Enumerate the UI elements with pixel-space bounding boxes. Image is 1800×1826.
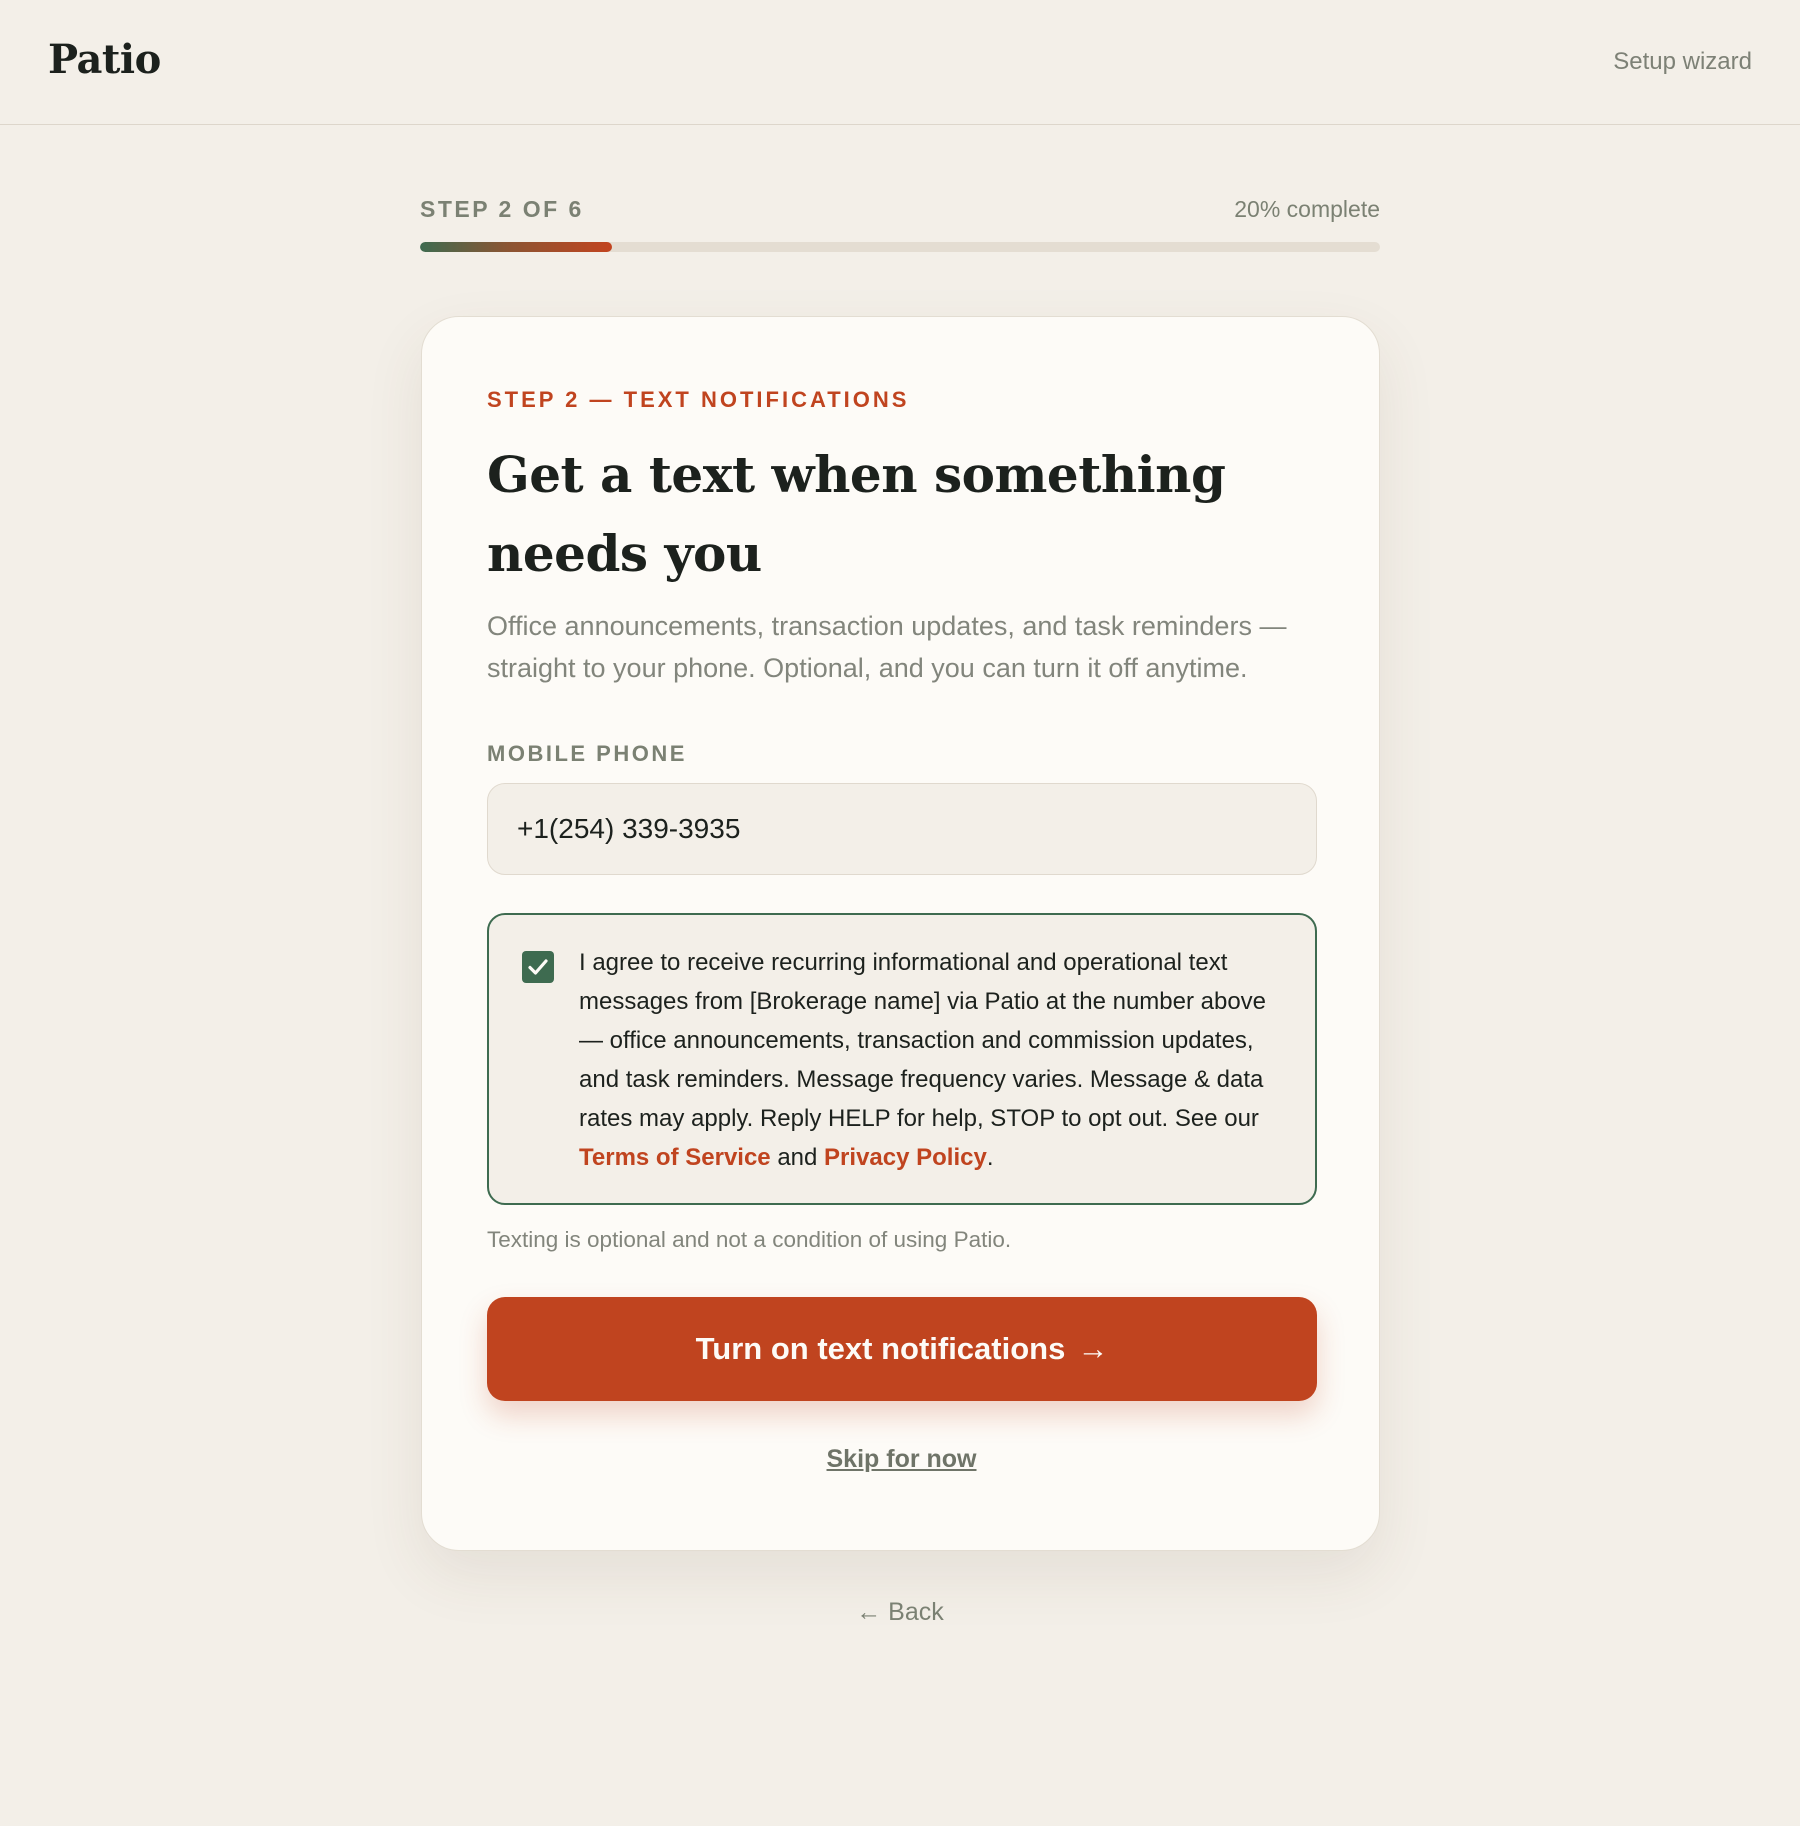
terms-of-service-link[interactable]: Terms of Service: [579, 1144, 771, 1171]
top-bar: Patio Setup wizard: [0, 0, 1800, 125]
page-description: Office announcements, transaction update…: [487, 611, 1287, 683]
turn-on-notifications-label: Turn on text notifications: [695, 1331, 1066, 1366]
optional-note: Texting is optional and not a condition …: [487, 1227, 1012, 1252]
step-counter: STEP 2 OF 6: [420, 196, 584, 222]
consent-and: and: [770, 1144, 825, 1171]
consent-checkbox[interactable]: [522, 951, 554, 983]
privacy-policy-link[interactable]: Privacy Policy: [824, 1144, 987, 1171]
turn-on-notifications-button[interactable]: Turn on text notifications →: [487, 1297, 1317, 1401]
consent-text: I agree to receive recurring information…: [579, 943, 1279, 1177]
page-title: Get a text when something needs you: [487, 445, 1226, 583]
setup-wizard-label: Setup wizard: [1613, 48, 1752, 75]
progress-bar-fill: [420, 242, 612, 252]
consent-body: I agree to receive recurring information…: [579, 949, 1267, 1132]
consent-period: .: [986, 1144, 994, 1171]
step-card: STEP 2 — TEXT NOTIFICATIONS Get a text w…: [421, 316, 1380, 1551]
brand-logo[interactable]: Patio: [48, 36, 161, 83]
mobile-phone-input[interactable]: [487, 783, 1317, 875]
mobile-phone-label: MOBILE PHONE: [487, 741, 687, 766]
step-eyebrow: STEP 2 — TEXT NOTIFICATIONS: [487, 387, 910, 412]
sms-consent-box: I agree to receive recurring information…: [487, 913, 1317, 1205]
skip-for-now-link[interactable]: Skip for now: [422, 1445, 1381, 1474]
back-link[interactable]: ← Back: [0, 1598, 1800, 1627]
arrow-right-icon: →: [1077, 1331, 1109, 1366]
progress-bar: [420, 242, 1380, 252]
progress-percent: 20% complete: [1234, 196, 1380, 222]
checkmark-icon: [528, 959, 548, 975]
